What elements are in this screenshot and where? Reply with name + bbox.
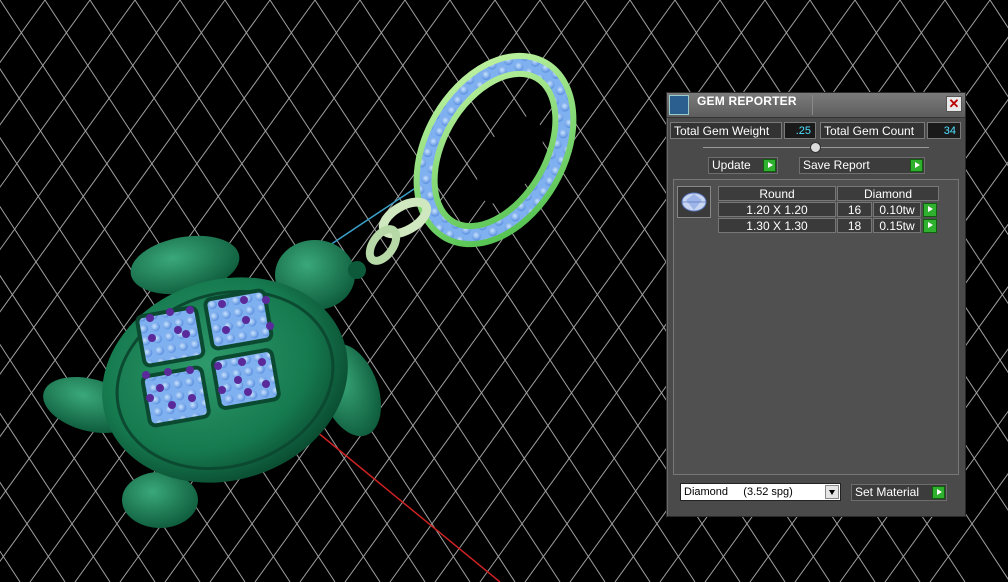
go-arrow-icon (910, 159, 923, 172)
go-arrow-icon[interactable] (923, 219, 937, 233)
row-weight: 0.15tw (873, 218, 921, 233)
go-arrow-icon (932, 486, 945, 499)
set-material-button[interactable]: Set Material (851, 484, 947, 501)
save-report-button-label: Save Report (803, 158, 870, 172)
gem-reporter-panel: GEM REPORTER ✕ Total Gem Weight .25 Tota… (666, 92, 966, 517)
total-gem-count-value: 34 (927, 122, 961, 139)
row-size: 1.30 X 1.30 (718, 218, 836, 233)
row-count: 16 (837, 202, 872, 217)
title-separator (812, 95, 813, 115)
gem-list[interactable]: Round Diamond 1.20 X 1.20 16 0.10tw 1.30… (673, 179, 959, 475)
panel-title: GEM REPORTER (697, 94, 797, 108)
gem-round-icon[interactable] (677, 186, 711, 218)
app-icon (669, 95, 689, 115)
row-size: 1.20 X 1.20 (718, 202, 836, 217)
total-gem-count-label: Total Gem Count (820, 122, 925, 139)
save-report-button[interactable]: Save Report (799, 157, 925, 174)
close-icon[interactable]: ✕ (946, 96, 962, 112)
slider-thumb[interactable] (810, 142, 821, 153)
dropdown-arrow-icon[interactable] (825, 485, 839, 499)
set-material-button-label: Set Material (855, 485, 920, 499)
turtle-pendant-model (43, 52, 577, 528)
update-button[interactable]: Update (708, 157, 778, 174)
row-weight: 0.10tw (873, 202, 921, 217)
update-button-label: Update (712, 158, 751, 172)
material-select[interactable]: Diamond (3.52 spg) (680, 483, 841, 501)
material-select-value: Diamond (3.52 spg) (684, 486, 793, 498)
go-arrow-icon[interactable] (923, 203, 937, 217)
material-column-header: Diamond (837, 186, 939, 201)
shape-column-header: Round (718, 186, 836, 201)
go-arrow-icon (763, 159, 776, 172)
total-gem-weight-label: Total Gem Weight (670, 122, 782, 139)
row-count: 18 (837, 218, 872, 233)
total-gem-weight-value: .25 (784, 122, 816, 139)
title-bar[interactable]: GEM REPORTER ✕ (667, 93, 965, 118)
